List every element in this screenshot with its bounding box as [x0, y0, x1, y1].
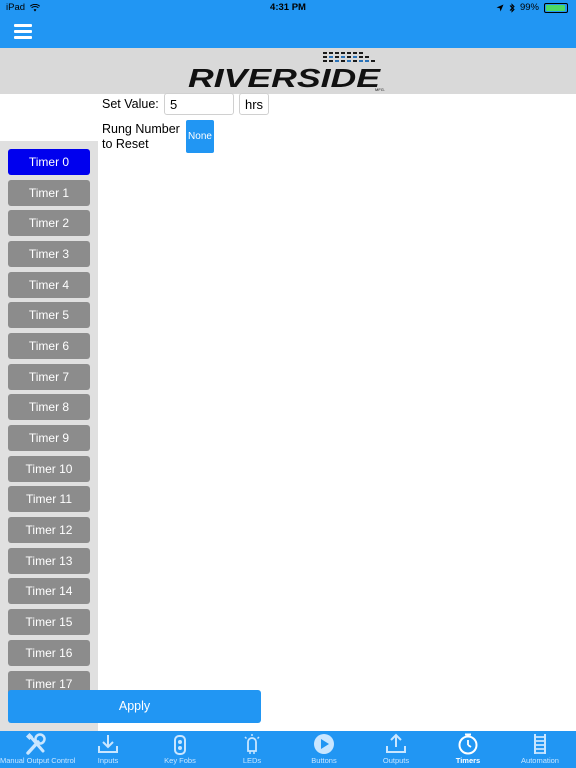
tab-label: Buttons: [311, 756, 337, 765]
tab-buttons[interactable]: Buttons: [288, 731, 360, 768]
riverside-logo: RIVERSIDE MFG.: [188, 52, 385, 92]
play-button-icon: [314, 734, 334, 754]
timer-button-4[interactable]: Timer 4: [8, 272, 90, 298]
timer-button-9[interactable]: Timer 9: [8, 425, 90, 451]
tools-icon: [25, 733, 46, 755]
battery-icon: [544, 2, 568, 13]
tab-automation[interactable]: Automation: [504, 731, 576, 768]
logo-text: RIVERSIDE: [188, 63, 381, 92]
timer-button-7[interactable]: Timer 7: [8, 364, 90, 390]
timer-button-13[interactable]: Timer 13: [8, 548, 90, 574]
status-bar: iPad 4:31 PM 99%: [0, 0, 576, 16]
tab-manual-output-control[interactable]: Manual Output Control: [0, 731, 76, 768]
logo-subtext: MFG.: [375, 87, 385, 92]
tab-label: Inputs: [97, 756, 119, 765]
timer-button-2[interactable]: Timer 2: [8, 210, 90, 236]
set-value-input[interactable]: [164, 93, 234, 115]
tab-key-fobs[interactable]: Key Fobs: [144, 731, 216, 768]
rung-reset-label: to Reset: [102, 137, 149, 151]
timer-button-1[interactable]: Timer 1: [8, 180, 90, 206]
apply-button[interactable]: Apply: [8, 690, 261, 723]
tab-label: LEDs: [242, 756, 262, 765]
timer-button-12[interactable]: Timer 12: [8, 517, 90, 543]
hamburger-menu-icon[interactable]: [14, 22, 34, 40]
timer-button-14[interactable]: Timer 14: [8, 578, 90, 604]
location-icon: [496, 4, 504, 11]
timer-button-16[interactable]: Timer 16: [8, 640, 90, 666]
download-icon: [98, 735, 118, 753]
app-bar: [0, 16, 576, 48]
bluetooth-icon: [509, 2, 515, 13]
timer-list: Timer 0 Timer 1 Timer 2 Timer 3 Timer 4 …: [0, 141, 98, 731]
tab-label: Timers: [455, 756, 481, 765]
led-icon: [244, 734, 260, 754]
ladder-icon: [534, 734, 546, 754]
tab-inputs[interactable]: Inputs: [72, 731, 144, 768]
tab-leds[interactable]: LEDs: [216, 731, 288, 768]
timer-button-15[interactable]: Timer 15: [8, 609, 90, 635]
timer-button-3[interactable]: Timer 3: [8, 241, 90, 267]
upload-icon: [386, 733, 406, 753]
unit-label: hrs: [239, 93, 269, 115]
clock: 4:31 PM: [270, 2, 306, 13]
timer-button-0[interactable]: Timer 0: [8, 149, 90, 175]
set-value-label: Set Value:: [102, 97, 159, 111]
timer-button-8[interactable]: Timer 8: [8, 394, 90, 420]
timer-button-6[interactable]: Timer 6: [8, 333, 90, 359]
tab-bar: Manual Output Control Inputs Key Fobs LE…: [0, 731, 576, 768]
stopwatch-icon: [458, 733, 478, 755]
rung-number-label: Rung Number: [102, 122, 180, 136]
timer-button-11[interactable]: Timer 11: [8, 486, 90, 512]
rung-number-button[interactable]: None: [186, 120, 214, 153]
timer-button-10[interactable]: Timer 10: [8, 456, 90, 482]
timer-button-5[interactable]: Timer 5: [8, 302, 90, 328]
battery-percent: 99%: [519, 2, 539, 13]
tab-timers[interactable]: Timers: [432, 731, 504, 768]
tab-outputs[interactable]: Outputs: [360, 731, 432, 768]
tab-label: Automation: [521, 756, 559, 765]
key-fob-icon: [174, 735, 186, 755]
tab-label: Outputs: [382, 756, 410, 765]
tab-label: Manual Output Control: [0, 756, 76, 765]
tab-label: Key Fobs: [164, 756, 196, 765]
